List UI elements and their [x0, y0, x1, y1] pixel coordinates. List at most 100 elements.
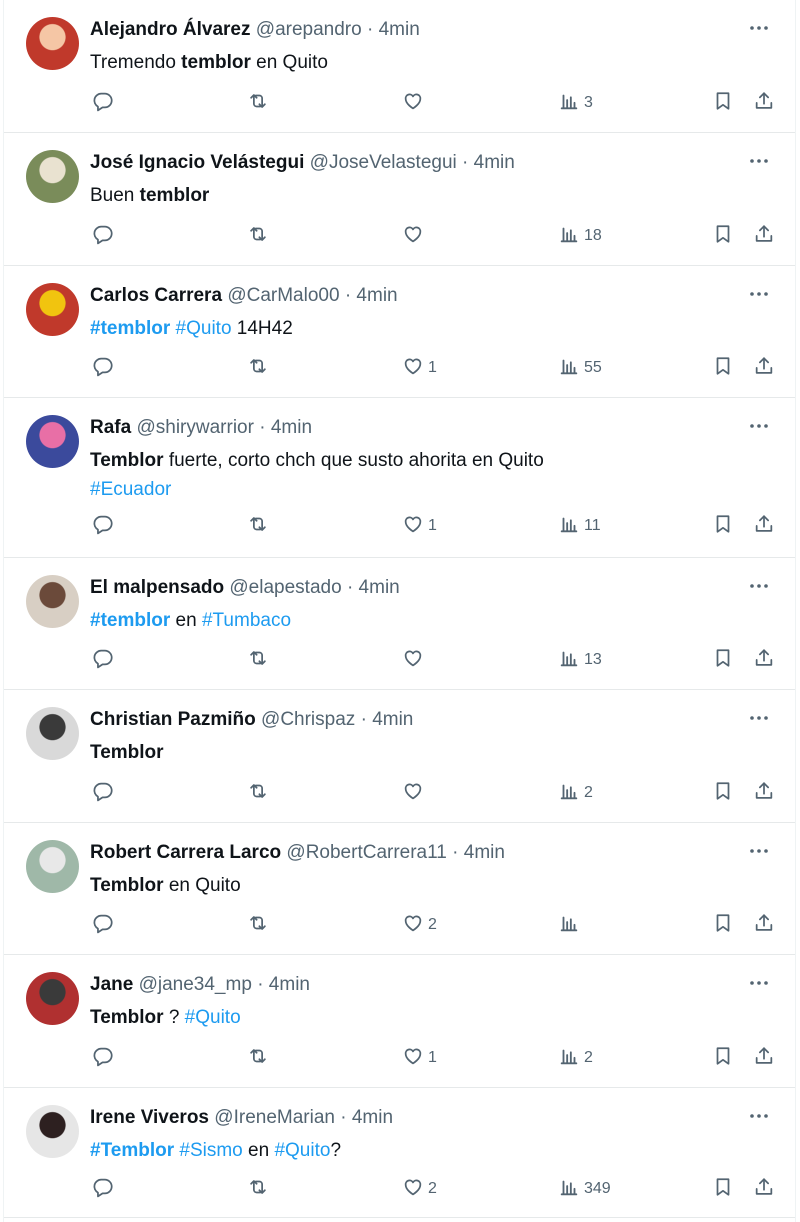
author-name[interactable]: José Ignacio Velástegui — [90, 152, 304, 173]
views-button[interactable]: 3 — [558, 90, 593, 116]
like-button[interactable]: 1 — [402, 355, 437, 381]
more-dots-icon[interactable] — [747, 574, 771, 598]
avatar[interactable] — [26, 150, 79, 203]
reply-button[interactable] — [92, 780, 114, 806]
share-button[interactable] — [753, 223, 775, 249]
tweet-item[interactable]: Irene Viveros @IreneMarian · 4min #Tembl… — [4, 1088, 795, 1218]
retweet-button[interactable] — [247, 355, 269, 381]
retweet-button[interactable] — [247, 1176, 269, 1202]
views-button[interactable]: 2 — [558, 1045, 593, 1071]
bookmark-button[interactable] — [712, 647, 734, 673]
author-handle[interactable]: @shirywarrior — [136, 417, 253, 438]
author-name[interactable]: Irene Viveros — [90, 1107, 209, 1128]
avatar[interactable] — [26, 17, 79, 70]
reply-button[interactable] — [92, 513, 114, 539]
hashtag-link[interactable]: #Quito — [185, 1007, 241, 1028]
like-button[interactable] — [402, 780, 428, 806]
timestamp[interactable]: 4min — [271, 417, 312, 438]
tweet-item[interactable]: Christian Pazmiño @Chrispaz · 4min Tembl… — [4, 690, 795, 823]
timestamp[interactable]: 4min — [269, 974, 310, 995]
bookmark-button[interactable] — [712, 780, 734, 806]
avatar[interactable] — [26, 575, 79, 628]
author-name[interactable]: El malpensado — [90, 577, 224, 598]
author-name[interactable]: Robert Carrera Larco — [90, 842, 281, 863]
avatar[interactable] — [26, 1105, 79, 1158]
views-button[interactable]: 13 — [558, 647, 602, 673]
views-button[interactable]: 11 — [558, 513, 601, 539]
views-button[interactable]: 2 — [558, 780, 593, 806]
more-dots-icon[interactable] — [747, 1104, 771, 1128]
bookmark-button[interactable] — [712, 355, 734, 381]
author-handle[interactable]: @elapestado — [229, 577, 341, 598]
bookmark-button[interactable] — [712, 513, 734, 539]
avatar[interactable] — [26, 415, 79, 468]
timestamp[interactable]: 4min — [379, 19, 420, 40]
author-handle[interactable]: @jane34_mp — [139, 974, 252, 995]
bookmark-button[interactable] — [712, 90, 734, 116]
hashtag-link[interactable]: #Quito — [274, 1140, 330, 1161]
avatar[interactable] — [26, 972, 79, 1025]
reply-button[interactable] — [92, 1045, 114, 1071]
avatar[interactable] — [26, 283, 79, 336]
hashtag-link[interactable]: #temblor — [90, 610, 170, 631]
share-button[interactable] — [753, 90, 775, 116]
more-dots-icon[interactable] — [747, 706, 771, 730]
like-button[interactable]: 2 — [402, 912, 437, 938]
share-button[interactable] — [753, 912, 775, 938]
author-name[interactable]: Christian Pazmiño — [90, 709, 256, 730]
reply-button[interactable] — [92, 355, 114, 381]
more-dots-icon[interactable] — [747, 971, 771, 995]
hashtag-link[interactable]: #Temblor — [90, 1140, 174, 1161]
retweet-button[interactable] — [247, 912, 269, 938]
tweet-item[interactable]: El malpensado @elapestado · 4min #temblo… — [4, 558, 795, 690]
share-button[interactable] — [753, 1045, 775, 1071]
views-button[interactable]: 55 — [558, 355, 602, 381]
share-button[interactable] — [753, 647, 775, 673]
retweet-button[interactable] — [247, 223, 269, 249]
timestamp[interactable]: 4min — [359, 577, 400, 598]
reply-button[interactable] — [92, 912, 114, 938]
share-button[interactable] — [753, 513, 775, 539]
bookmark-button[interactable] — [712, 223, 734, 249]
timestamp[interactable]: 4min — [372, 709, 413, 730]
like-button[interactable]: 2 — [402, 1176, 437, 1202]
timestamp[interactable]: 4min — [464, 842, 505, 863]
hashtag-link[interactable]: #Sismo — [179, 1140, 242, 1161]
reply-button[interactable] — [92, 1176, 114, 1202]
more-dots-icon[interactable] — [747, 414, 771, 438]
author-handle[interactable]: @JoseVelastegui — [310, 152, 457, 173]
views-button[interactable]: 349 — [558, 1176, 611, 1202]
like-button[interactable] — [402, 647, 428, 673]
tweet-item[interactable]: Carlos Carrera @CarMalo00 · 4min #temblo… — [4, 266, 795, 398]
timestamp[interactable]: 4min — [474, 152, 515, 173]
retweet-button[interactable] — [247, 647, 269, 673]
like-button[interactable] — [402, 90, 428, 116]
like-button[interactable]: 1 — [402, 513, 437, 539]
reply-button[interactable] — [92, 647, 114, 673]
share-button[interactable] — [753, 1176, 775, 1202]
timestamp[interactable]: 4min — [352, 1107, 393, 1128]
bookmark-button[interactable] — [712, 1045, 734, 1071]
views-button[interactable]: 18 — [558, 223, 602, 249]
tweet-item[interactable]: Robert Carrera Larco @RobertCarrera11 · … — [4, 823, 795, 955]
more-dots-icon[interactable] — [747, 149, 771, 173]
author-handle[interactable]: @arepandro — [256, 19, 362, 40]
more-dots-icon[interactable] — [747, 16, 771, 40]
author-handle[interactable]: @Chrispaz — [261, 709, 355, 730]
reply-button[interactable] — [92, 90, 114, 116]
author-name[interactable]: Alejandro Álvarez — [90, 19, 251, 40]
tweet-item[interactable]: José Ignacio Velástegui @JoseVelastegui … — [4, 133, 795, 266]
more-dots-icon[interactable] — [747, 839, 771, 863]
timestamp[interactable]: 4min — [356, 285, 397, 306]
tweet-item[interactable]: Rafa @shirywarrior · 4min Temblor fuerte… — [4, 398, 795, 558]
like-button[interactable] — [402, 223, 428, 249]
like-button[interactable]: 1 — [402, 1045, 437, 1071]
author-handle[interactable]: @IreneMarian — [214, 1107, 335, 1128]
hashtag-link[interactable]: #temblor — [90, 318, 170, 339]
more-dots-icon[interactable] — [747, 282, 771, 306]
hashtag-link[interactable]: #Tumbaco — [202, 610, 291, 631]
tweet-item[interactable]: Jane @jane34_mp · 4min Temblor ? #Quito … — [4, 955, 795, 1088]
author-name[interactable]: Jane — [90, 974, 133, 995]
retweet-button[interactable] — [247, 90, 269, 116]
views-button[interactable] — [558, 912, 584, 938]
